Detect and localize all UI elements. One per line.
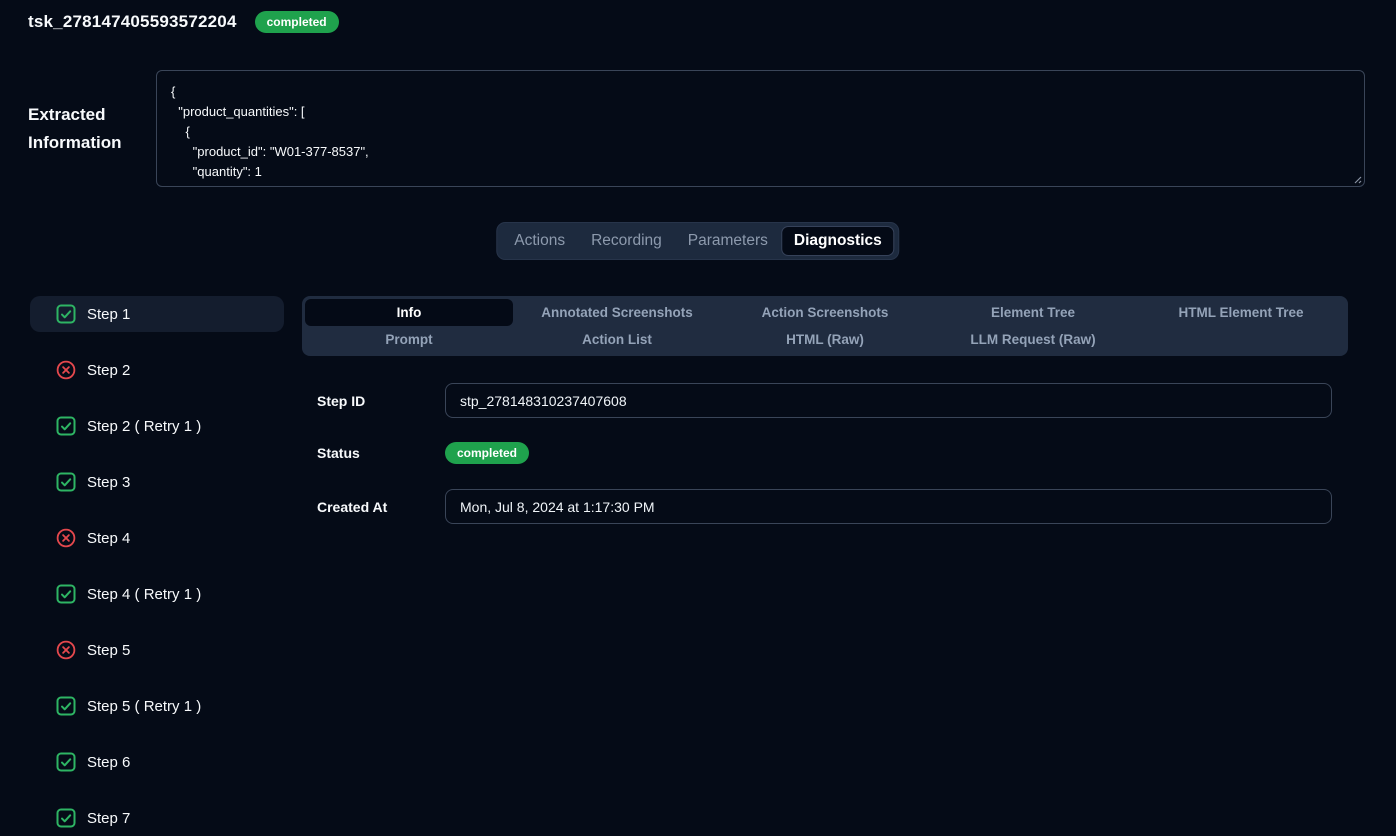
step-label: Step 4 ( Retry 1 ) <box>87 586 201 603</box>
step-item[interactable]: Step 4 <box>30 520 284 556</box>
step-status-badge: completed <box>445 442 529 464</box>
extracted-json-textarea[interactable]: { "product_quantities": [ { "product_id"… <box>156 70 1365 187</box>
check-square-icon <box>56 304 76 324</box>
created-at-input[interactable]: Mon, Jul 8, 2024 at 1:17:30 PM <box>445 489 1332 524</box>
step-label: Step 5 <box>87 642 130 659</box>
step-item[interactable]: Step 2 <box>30 352 284 388</box>
field-row-created-at: Created At Mon, Jul 8, 2024 at 1:17:30 P… <box>302 489 1348 524</box>
tab-diagnostics[interactable]: Diagnostics <box>781 226 895 256</box>
step-label: Step 4 <box>87 530 130 547</box>
tab-recording[interactable]: Recording <box>578 226 675 256</box>
field-row-step-id: Step ID stp_278148310237407608 <box>302 383 1348 418</box>
extracted-information-field: { "product_quantities": [ { "product_id"… <box>156 70 1365 187</box>
step-label: Step 2 <box>87 362 130 379</box>
step-item[interactable]: Step 5 ( Retry 1 ) <box>30 688 284 724</box>
x-circle-icon <box>56 528 76 548</box>
step-id-label: Step ID <box>302 393 445 409</box>
step-label: Step 5 ( Retry 1 ) <box>87 698 201 715</box>
created-at-label: Created At <box>302 499 445 515</box>
check-square-icon <box>56 416 76 436</box>
check-square-icon <box>56 472 76 492</box>
x-circle-icon <box>56 360 76 380</box>
step-item[interactable]: Step 3 <box>30 464 284 500</box>
extracted-information-label: Extracted Information <box>28 101 144 157</box>
subtab-action-screenshots[interactable]: Action Screenshots <box>721 299 929 326</box>
subtab-prompt[interactable]: Prompt <box>305 326 513 353</box>
step-item[interactable]: Step 1 <box>30 296 284 332</box>
tab-parameters[interactable]: Parameters <box>675 226 781 256</box>
subtab-action-list[interactable]: Action List <box>513 326 721 353</box>
diagnostics-panel: InfoAnnotated ScreenshotsAction Screensh… <box>302 296 1348 524</box>
check-square-icon <box>56 584 76 604</box>
x-circle-icon <box>56 640 76 660</box>
subtab-element-tree[interactable]: Element Tree <box>929 299 1137 326</box>
page-title: tsk_278147405593572204 <box>28 12 237 32</box>
subtab-llm-request-raw[interactable]: LLM Request (Raw) <box>929 326 1137 353</box>
tab-actions[interactable]: Actions <box>501 226 578 256</box>
subtab-grid: InfoAnnotated ScreenshotsAction Screensh… <box>302 296 1348 356</box>
step-label: Step 7 <box>87 810 130 827</box>
subtab-info[interactable]: Info <box>305 299 513 326</box>
step-item[interactable]: Step 5 <box>30 632 284 668</box>
step-item[interactable]: Step 2 ( Retry 1 ) <box>30 408 284 444</box>
check-square-icon <box>56 696 76 716</box>
step-label: Step 3 <box>87 474 130 491</box>
task-status-badge: completed <box>255 11 339 33</box>
status-label: Status <box>302 445 445 461</box>
field-row-status: Status completed <box>302 442 1348 464</box>
check-square-icon <box>56 752 76 772</box>
subtab-html-raw[interactable]: HTML (Raw) <box>721 326 929 353</box>
step-label: Step 1 <box>87 306 130 323</box>
step-label: Step 2 ( Retry 1 ) <box>87 418 201 435</box>
check-square-icon <box>56 808 76 828</box>
step-item[interactable]: Step 6 <box>30 744 284 780</box>
step-item[interactable]: Step 7 <box>30 800 284 836</box>
step-label: Step 6 <box>87 754 130 771</box>
step-item[interactable]: Step 4 ( Retry 1 ) <box>30 576 284 612</box>
subtab-html-element-tree[interactable]: HTML Element Tree <box>1137 299 1345 326</box>
main-tabs: ActionsRecordingParametersDiagnostics <box>496 222 899 260</box>
step-id-input[interactable]: stp_278148310237407608 <box>445 383 1332 418</box>
header: tsk_278147405593572204 completed <box>28 11 339 33</box>
subtab-annotated-screenshots[interactable]: Annotated Screenshots <box>513 299 721 326</box>
step-list: Step 1 Step 2 Step 2 ( Retry 1 ) Step 3 Step… <box>30 296 284 836</box>
